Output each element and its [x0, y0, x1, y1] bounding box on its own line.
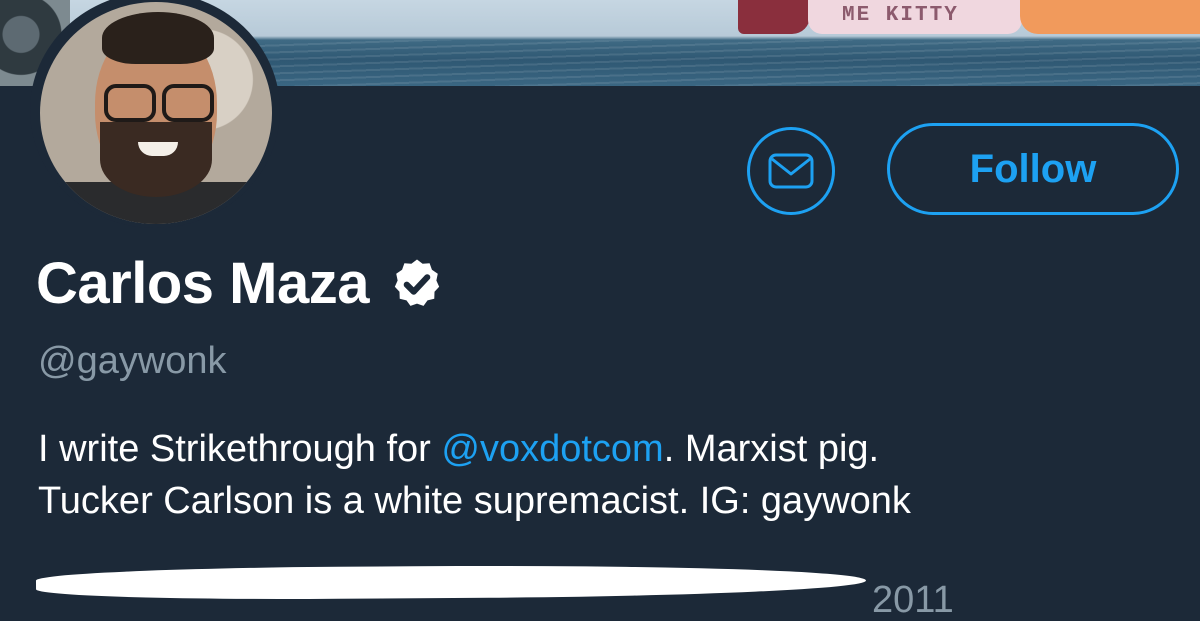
- bio-text: I write Strikethrough for: [38, 428, 442, 470]
- avatar-glasses: [162, 84, 214, 122]
- profile-bio: I write Strikethrough for @voxdotcom. Ma…: [38, 423, 1178, 527]
- profile-handle: @gaywonk: [38, 340, 227, 382]
- profile-name: Carlos Maza: [36, 250, 445, 317]
- avatar-hair: [102, 12, 214, 64]
- banner-shirt-text: ME KITTY: [842, 4, 959, 27]
- bio-text: . Marxist pig.: [663, 428, 880, 470]
- display-name: Carlos Maza: [36, 251, 369, 316]
- bio-mention-link[interactable]: @voxdotcom: [441, 428, 663, 470]
- banner-person: [738, 0, 810, 34]
- bio-text: Tucker Carlson is a white supremacist. I…: [38, 480, 911, 522]
- redaction-mark: [35, 563, 867, 601]
- avatar-glasses: [104, 84, 156, 122]
- verified-badge-icon: [394, 259, 440, 306]
- message-button[interactable]: [747, 127, 835, 215]
- envelope-icon: [768, 153, 814, 189]
- avatar[interactable]: [40, 2, 272, 224]
- avatar-beard: [100, 122, 212, 197]
- follow-button[interactable]: Follow: [887, 123, 1179, 215]
- joined-date-fragment: 2011: [872, 579, 954, 621]
- banner-person: [1020, 0, 1200, 34]
